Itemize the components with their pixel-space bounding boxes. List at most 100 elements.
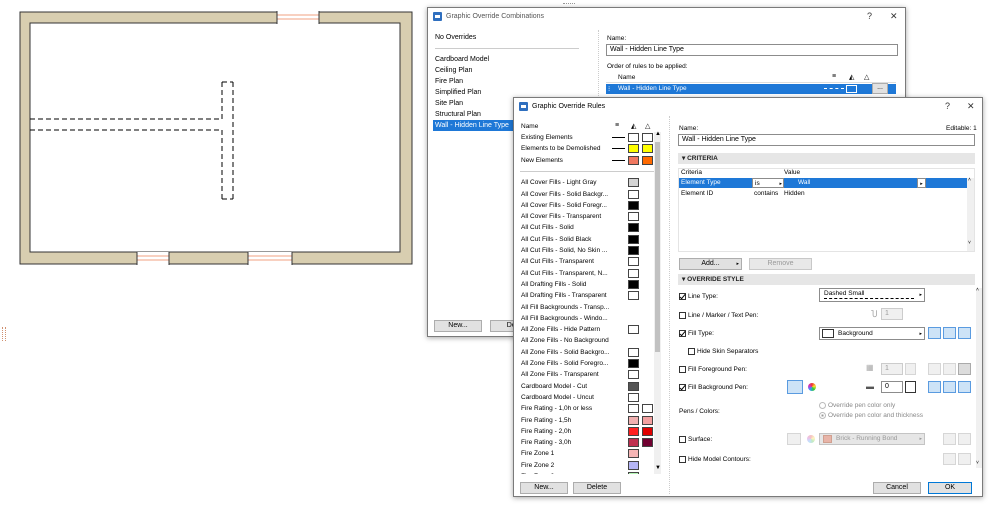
surface-checkbox[interactable] bbox=[679, 436, 686, 443]
list-item-ceiling-plan[interactable]: Ceiling Plan bbox=[433, 65, 581, 76]
rule-list-item[interactable]: Existing Elements bbox=[520, 132, 654, 143]
combination-new-button[interactable]: New... bbox=[434, 320, 482, 332]
fill-cover-toggle-icon[interactable] bbox=[943, 327, 956, 339]
fill-bg-pen-field[interactable]: 0 bbox=[881, 381, 903, 393]
rule-list-item[interactable]: All Drafting Fills - Transparent bbox=[520, 290, 654, 301]
fg-cover-toggle-icon[interactable] bbox=[943, 363, 956, 375]
criteria-remove-button[interactable]: Remove bbox=[749, 258, 812, 270]
top-splitter-handle[interactable] bbox=[563, 3, 575, 5]
rule-list-item[interactable]: All Cover Fills - Solid Backgr... bbox=[520, 189, 654, 200]
line-type-checkbox[interactable] bbox=[679, 293, 686, 300]
scroll-up-arrow[interactable]: ˄ bbox=[968, 177, 971, 183]
rule-list-item[interactable]: All Zone Fills - Solid Foregro... bbox=[520, 358, 654, 369]
rule-list-item[interactable]: Cardboard Model - Uncut bbox=[520, 392, 654, 403]
surface-picker-icon[interactable] bbox=[787, 433, 801, 445]
radio-color-thick[interactable] bbox=[819, 412, 826, 419]
drag-handle-icon[interactable]: ⁝ bbox=[608, 85, 610, 93]
marker-pen-field[interactable]: 1 bbox=[881, 308, 903, 320]
surface-dropdown[interactable]: Brick - Running Bond ▸ bbox=[819, 433, 925, 445]
rules-pane-divider[interactable] bbox=[669, 116, 670, 494]
criteria-section-header[interactable]: ▾ CRITERIA bbox=[678, 153, 975, 164]
scroll-thumb[interactable] bbox=[655, 142, 660, 352]
contours-option-b-icon[interactable] bbox=[958, 453, 971, 465]
list-item-fire-plan[interactable]: Fire Plan bbox=[433, 76, 581, 87]
surface-option-a-icon[interactable] bbox=[943, 433, 956, 445]
scroll-up-arrow[interactable]: ▲ bbox=[655, 131, 661, 137]
fill-type-dropdown[interactable]: Background ▸ bbox=[819, 327, 925, 340]
operator-dropdown[interactable]: is ▸ bbox=[752, 178, 784, 188]
help-button[interactable]: ? bbox=[945, 101, 950, 111]
rule-list-item[interactable]: New Elements bbox=[520, 155, 654, 166]
color-wheel-icon[interactable] bbox=[808, 383, 816, 391]
rule-list-item[interactable]: Fire Zone 3 bbox=[520, 471, 654, 474]
scroll-up-arrow[interactable]: ˄ bbox=[976, 287, 979, 293]
rule-list-item[interactable]: All Zone Fills - No Background bbox=[520, 335, 654, 346]
criteria-row-element-type[interactable]: Element Type is ▸ Wall ▸ bbox=[679, 178, 967, 188]
rule-list-item[interactable]: Fire Rating - 3,0h bbox=[520, 437, 654, 448]
rule-list-item[interactable]: All Zone Fills - Solid Backgro... bbox=[520, 347, 654, 358]
scroll-down-arrow[interactable]: ▼ bbox=[655, 465, 661, 471]
scroll-down-arrow[interactable]: ˅ bbox=[968, 240, 971, 246]
marker-pen-checkbox[interactable] bbox=[679, 312, 686, 319]
fill-fg-pen-field[interactable]: 1 bbox=[881, 363, 903, 375]
rule-list-item[interactable]: All Cover Fills - Solid Foregr... bbox=[520, 200, 654, 211]
scroll-down-arrow[interactable]: ˅ bbox=[976, 460, 979, 466]
rules-list-scrollbar[interactable]: ▲ ▼ bbox=[654, 131, 661, 474]
close-button[interactable]: ✕ bbox=[967, 101, 975, 112]
fill-drafting-toggle-icon[interactable] bbox=[958, 327, 971, 339]
rule-list-item[interactable]: All Fill Backgrounds - Transp... bbox=[520, 302, 654, 313]
close-button[interactable]: ✕ bbox=[890, 11, 898, 22]
rule-list-item[interactable]: Fire Zone 2 bbox=[520, 460, 654, 471]
rule-list-item[interactable]: All Cut Fills - Solid, No Skin ... bbox=[520, 245, 654, 256]
list-item-cardboard-model[interactable]: Cardboard Model bbox=[433, 54, 581, 65]
bg-pen-swatch[interactable] bbox=[905, 381, 916, 393]
combination-name-field[interactable]: Wall - Hidden Line Type bbox=[606, 44, 898, 56]
help-button[interactable]: ? bbox=[867, 11, 872, 21]
rule-list-item[interactable]: All Drafting Fills - Solid bbox=[520, 279, 654, 290]
criteria-row-element-id[interactable]: Element ID contains Hidden bbox=[679, 189, 967, 199]
rule-list-item[interactable]: All Cover Fills - Light Gray bbox=[520, 177, 654, 188]
fill-bg-pen-checkbox[interactable] bbox=[679, 384, 686, 391]
rule-list-item[interactable]: All Cut Fills - Solid bbox=[520, 222, 654, 233]
panel-splitter-handle[interactable] bbox=[2, 327, 6, 341]
override-scrollbar[interactable]: ˄ ˅ bbox=[976, 287, 982, 468]
bg-cover-toggle-icon[interactable] bbox=[943, 381, 956, 393]
rule-list-item[interactable]: All Zone Fills - Hide Pattern bbox=[520, 324, 654, 335]
rule-list-item[interactable]: All Cut Fills - Transparent bbox=[520, 256, 654, 267]
ok-button[interactable]: OK bbox=[928, 482, 972, 494]
line-type-dropdown[interactable]: Dashed Small ▸ bbox=[819, 288, 925, 302]
rule-row-more-button[interactable]: ... bbox=[872, 83, 888, 94]
value-dropdown-arrow[interactable]: ▸ bbox=[917, 178, 926, 188]
surface-option-b-icon[interactable] bbox=[958, 433, 971, 445]
fg-pen-swatch[interactable] bbox=[905, 363, 916, 375]
rule-list-item[interactable]: All Zone Fills - Transparent bbox=[520, 369, 654, 380]
rule-delete-button[interactable]: Delete bbox=[573, 482, 621, 494]
contours-option-a-icon[interactable] bbox=[943, 453, 956, 465]
fill-type-checkbox[interactable] bbox=[679, 330, 686, 337]
rule-list-item[interactable]: Fire Rating - 1,5h bbox=[520, 415, 654, 426]
pen-picker-icon[interactable] bbox=[787, 380, 803, 394]
cancel-button[interactable]: Cancel bbox=[873, 482, 921, 494]
criteria-scrollbar[interactable]: ˄ ˅ bbox=[967, 177, 974, 251]
rule-list-item[interactable]: Fire Zone 1 bbox=[520, 448, 654, 459]
hide-model-contours-checkbox[interactable] bbox=[679, 456, 686, 463]
criteria-add-button[interactable]: Add... ▸ bbox=[679, 258, 742, 270]
fg-cut-toggle-icon[interactable] bbox=[928, 363, 941, 375]
rule-new-button[interactable]: New... bbox=[520, 482, 568, 494]
rule-list-item[interactable]: Fire Rating - 1,0h or less bbox=[520, 403, 654, 414]
rule-list-item[interactable]: Fire Rating - 2,0h bbox=[520, 426, 654, 437]
bg-cut-toggle-icon[interactable] bbox=[928, 381, 941, 393]
rule-list-item[interactable]: Elements to be Demolished bbox=[520, 143, 654, 154]
list-item-no-overrides[interactable]: No Overrides bbox=[433, 32, 581, 43]
rule-list-item[interactable]: All Cut Fills - Transparent, N... bbox=[520, 268, 654, 279]
hide-skin-separators-checkbox[interactable] bbox=[688, 348, 695, 355]
radio-color-only[interactable] bbox=[819, 402, 826, 409]
fill-cut-toggle-icon[interactable] bbox=[928, 327, 941, 339]
fg-drafting-toggle-icon[interactable] bbox=[958, 363, 971, 375]
rule-list-item[interactable]: All Fill Backgrounds - Windo... bbox=[520, 313, 654, 324]
rule-list-item[interactable]: All Cut Fills - Solid Black bbox=[520, 234, 654, 245]
rule-name-field[interactable]: Wall - Hidden Line Type bbox=[678, 134, 975, 146]
rules-order-row[interactable]: ⁝ Wall - Hidden Line Type ... bbox=[606, 83, 896, 94]
rule-list-item[interactable]: Cardboard Model - Cut bbox=[520, 381, 654, 392]
override-style-section-header[interactable]: ▾ OVERRIDE STYLE bbox=[678, 274, 975, 285]
